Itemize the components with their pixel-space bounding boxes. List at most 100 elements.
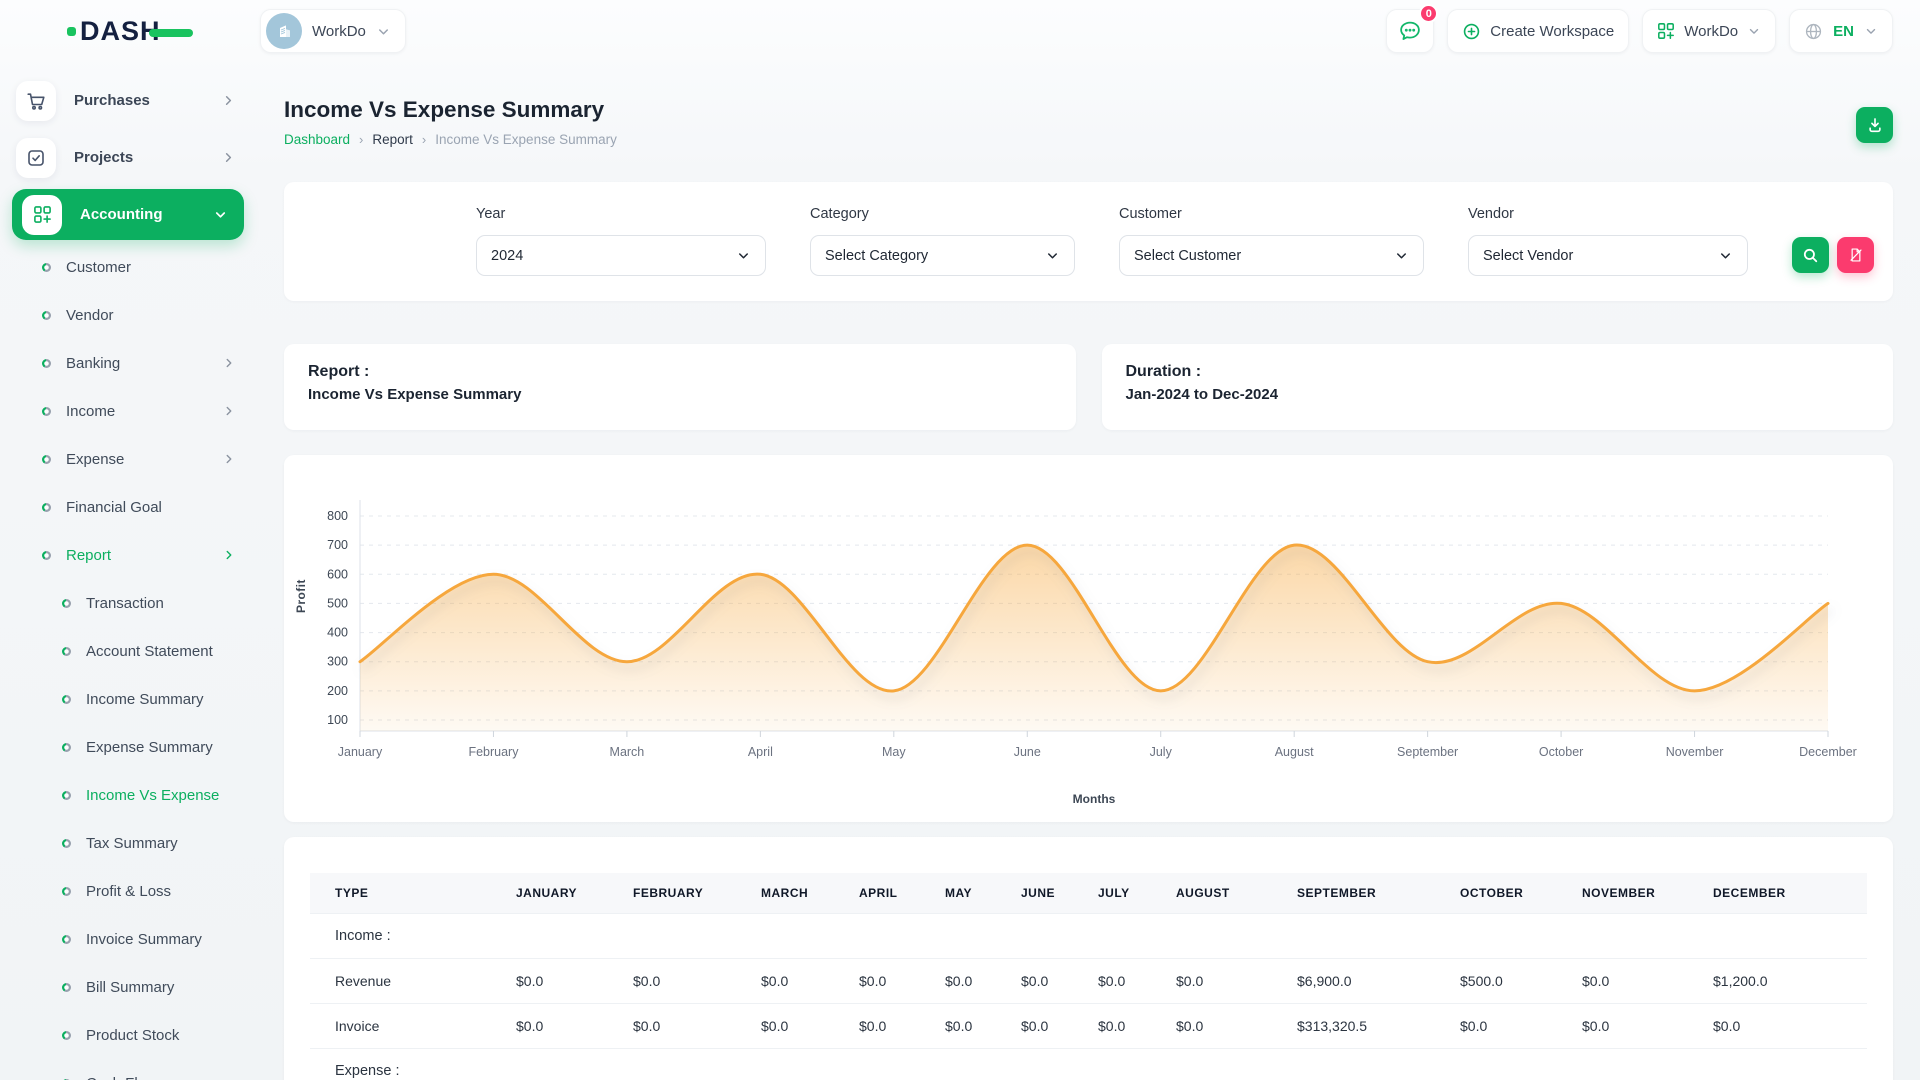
bullet-icon (62, 1031, 71, 1040)
sidebar-item-transaction[interactable]: Transaction (0, 579, 260, 627)
sidebar-item-profit-loss[interactable]: Profit & Loss (0, 867, 260, 915)
sidebar-item-bill-summary[interactable]: Bill Summary (0, 963, 260, 1011)
sidebar-item-accounting[interactable]: Accounting (12, 189, 244, 240)
cart-icon (16, 81, 56, 121)
bullet-icon (42, 551, 51, 560)
svg-text:January: January (338, 745, 383, 759)
sidebar-item-vendor[interactable]: Vendor (0, 291, 260, 339)
logo-bar (149, 29, 193, 37)
col-january: JANUARY (508, 873, 625, 913)
chat-bubble-icon (1398, 19, 1422, 43)
sidebar-item-account-statement[interactable]: Account Statement (0, 627, 260, 675)
category-select[interactable]: Select Category (810, 235, 1075, 276)
filter-customer: Customer Select Customer (1119, 206, 1424, 301)
col-october: OCTOBER (1452, 873, 1574, 913)
sidebar-item-projects[interactable]: Projects (0, 129, 260, 186)
chevron-right-icon (222, 356, 236, 370)
workdo-menu-label: WorkDo (1684, 23, 1738, 40)
chevron-down-icon (1718, 248, 1733, 263)
section-row-expense: Expense : (310, 1048, 1867, 1080)
sidebar-item-financial-goal[interactable]: Financial Goal (0, 483, 260, 531)
page-header: Income Vs Expense Summary Dashboard › Re… (284, 97, 1893, 147)
workspace-switcher[interactable]: WorkDo (260, 9, 406, 53)
sidebar-item-purchases[interactable]: Purchases (0, 72, 260, 129)
chevron-down-icon (1045, 248, 1060, 263)
sidebar-item-expense-summary[interactable]: Expense Summary (0, 723, 260, 771)
customer-select[interactable]: Select Customer (1119, 235, 1424, 276)
filter-reset-button[interactable] (1837, 237, 1874, 273)
chevron-down-icon (376, 24, 391, 39)
bullet-icon (62, 791, 71, 800)
cell: $0.0 (1168, 1003, 1289, 1048)
svg-text:March: March (610, 745, 645, 759)
chevron-right-icon (221, 150, 236, 165)
customer-label: Customer (1119, 206, 1424, 222)
col-june: JUNE (1013, 873, 1090, 913)
bullet-icon (62, 983, 71, 992)
filter-category: Category Select Category (810, 206, 1075, 301)
report-value: Income Vs Expense Summary (308, 386, 1052, 403)
filter-search-button[interactable] (1792, 237, 1829, 273)
sidebar-item-report[interactable]: Report (0, 531, 260, 579)
duration-label: Duration : (1126, 363, 1870, 381)
breadcrumb-report[interactable]: Report (372, 132, 413, 147)
language-selector[interactable]: EN (1789, 9, 1893, 53)
sidebar-item-customer[interactable]: Customer (0, 243, 260, 291)
col-type: TYPE (310, 873, 508, 913)
sidebar-item-banking[interactable]: Banking (0, 339, 260, 387)
income-expense-table: TYPE JANUARY FEBRUARY MARCH APRIL MAY JU… (310, 873, 1867, 1080)
download-button[interactable] (1856, 107, 1893, 143)
breadcrumb-dashboard[interactable]: Dashboard (284, 132, 350, 147)
grid-plus-icon (22, 195, 62, 235)
cell: $1,200.0 (1705, 958, 1867, 1003)
chevron-right-icon: › (422, 132, 426, 147)
sidebar-item-income-vs-expense[interactable]: Income Vs Expense (0, 771, 260, 819)
cell: $0.0 (851, 1003, 937, 1048)
profit-chart-card: Profit 800700600500400300200100JanuaryFe… (284, 455, 1893, 822)
chevron-right-icon: › (359, 132, 363, 147)
app-root: DASH WorkDo 0 Create Wo (0, 0, 1920, 1080)
bullet-icon (62, 647, 71, 656)
chevron-right-icon (222, 548, 236, 562)
cell: $0.0 (625, 958, 753, 1003)
messages-button[interactable]: 0 (1386, 9, 1434, 53)
file-slash-icon (1848, 247, 1864, 263)
cell: $0.0 (1013, 958, 1090, 1003)
col-november: NOVEMBER (1574, 873, 1705, 913)
sidebar-item-invoice-summary[interactable]: Invoice Summary (0, 915, 260, 963)
bullet-icon (42, 503, 51, 512)
bullet-icon (42, 359, 51, 368)
sidebar-item-income-summary[interactable]: Income Summary (0, 675, 260, 723)
cell: $0.0 (1013, 1003, 1090, 1048)
sidebar-item-cash-flow[interactable]: Cash Flow (0, 1059, 260, 1080)
bullet-icon (42, 311, 51, 320)
download-icon (1866, 116, 1884, 134)
sidebar-item-product-stock[interactable]: Product Stock (0, 1011, 260, 1059)
sidebar-item-expense[interactable]: Expense (0, 435, 260, 483)
bullet-icon (42, 455, 51, 464)
sidebar-item-income[interactable]: Income (0, 387, 260, 435)
svg-text:100: 100 (327, 713, 348, 727)
create-workspace-button[interactable]: Create Workspace (1447, 9, 1629, 53)
svg-text:April: April (748, 745, 773, 759)
chevron-down-icon (1747, 24, 1761, 38)
bullet-icon (62, 743, 71, 752)
svg-text:July: July (1150, 745, 1173, 759)
bullet-icon (62, 935, 71, 944)
cell: $0.0 (508, 958, 625, 1003)
language-code: EN (1833, 23, 1854, 40)
row-label: Revenue (310, 958, 508, 1003)
brand-logo[interactable]: DASH (0, 16, 260, 47)
bullet-icon (62, 695, 71, 704)
vendor-select[interactable]: Select Vendor (1468, 235, 1748, 276)
sidebar-item-tax-summary[interactable]: Tax Summary (0, 819, 260, 867)
check-square-icon (16, 138, 56, 178)
cell: $0.0 (937, 1003, 1013, 1048)
svg-text:May: May (882, 745, 906, 759)
year-select[interactable]: 2024 (476, 235, 766, 276)
svg-text:300: 300 (327, 655, 348, 669)
grid-plus-icon (1657, 22, 1675, 40)
workdo-menu-button[interactable]: WorkDo (1642, 9, 1776, 53)
table-row-invoice: Invoice $0.0 $0.0 $0.0 $0.0 $0.0 $0.0 $0… (310, 1003, 1867, 1048)
search-icon (1802, 247, 1819, 264)
